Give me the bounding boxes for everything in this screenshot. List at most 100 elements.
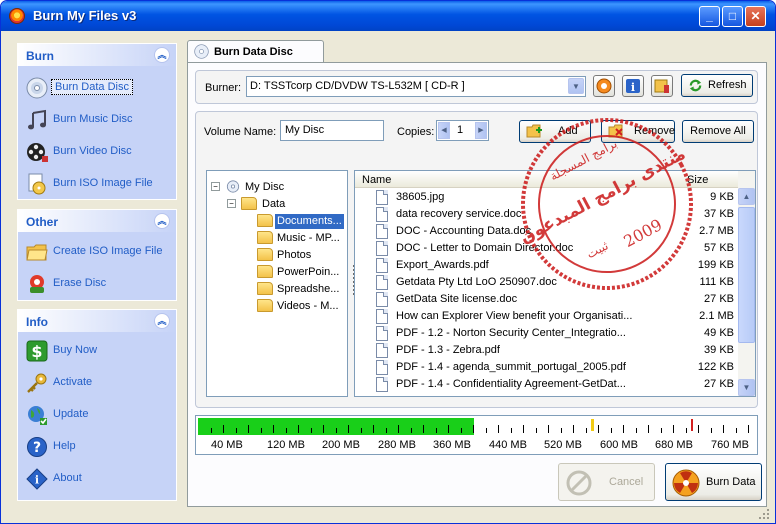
title-bar[interactable]: Burn My Files v3 _ □ ✕ <box>1 1 775 31</box>
refresh-label: Refresh <box>708 79 747 91</box>
burn-data-button[interactable]: Burn Data <box>665 463 762 501</box>
collapse-tree-icon[interactable]: − <box>227 199 236 208</box>
sidebar-item-help[interactable]: ? Help <box>26 434 172 460</box>
collapse-icon[interactable]: ︽ <box>154 47 170 63</box>
list-item[interactable]: DOC - Accounting Data.doc 2.7 MB <box>355 223 739 240</box>
refresh-button[interactable]: Refresh <box>681 74 753 97</box>
sidebar-item-label: Burn Music Disc <box>53 113 133 125</box>
capacity-tick <box>286 428 287 433</box>
file-size: 111 KB <box>699 276 734 288</box>
svg-text:$: $ <box>31 342 42 361</box>
sidebar-item-burn-iso-image-file[interactable]: Burn ISO Image File <box>26 171 172 197</box>
list-header: Name Size <box>355 171 739 188</box>
burn-panel-header[interactable]: Burn ︽ <box>18 44 176 66</box>
maximize-button[interactable]: □ <box>722 6 743 27</box>
resize-grip-icon[interactable] <box>758 508 770 520</box>
capacity-tick <box>561 428 562 433</box>
list-item[interactable]: PDF - 1.4 - agenda_summit_portugal_2005.… <box>355 359 739 376</box>
capacity-tick <box>623 425 624 433</box>
scroll-down-button[interactable]: ▼ <box>738 379 755 396</box>
sidebar-item-burn-data-disc[interactable]: Burn Data Disc <box>26 75 172 101</box>
sidebar-item-buy-now[interactable]: $ Buy Now <box>26 338 172 364</box>
column-header-name[interactable]: Name <box>362 174 391 186</box>
capacity-tick <box>711 428 712 433</box>
copies-value: 1 <box>457 124 464 136</box>
erase-disc-icon <box>30 275 44 293</box>
sidebar-item-activate[interactable]: Activate <box>26 370 172 396</box>
file-size: 49 KB <box>704 327 734 339</box>
list-item[interactable]: data recovery service.doc 37 KB <box>355 206 739 223</box>
tree-label: Documents... <box>275 214 344 229</box>
files-group: Volume Name: My Disc Copies: ◀ 1 ▶ Add R… <box>195 111 758 408</box>
scroll-thumb[interactable] <box>738 207 755 343</box>
file-size: 2.7 MB <box>699 225 734 237</box>
sidebar-item-erase-disc[interactable]: Erase Disc <box>26 271 172 297</box>
volume-name-label: Volume Name: <box>204 126 277 138</box>
add-button[interactable]: Add <box>519 120 591 143</box>
sidebar-item-create-iso[interactable]: Create ISO Image File <box>26 239 172 265</box>
disc-icon <box>194 44 209 59</box>
drive-properties-button[interactable] <box>651 75 673 97</box>
decrement-button[interactable]: ◀ <box>438 122 450 139</box>
list-item[interactable]: DOC - Letter to Domain Director.doc 57 KB <box>355 240 739 257</box>
increment-button[interactable]: ▶ <box>475 122 487 139</box>
list-item[interactable]: Getdata Pty Ltd LoO 250907.doc 111 KB <box>355 274 739 291</box>
collapse-icon[interactable]: ︽ <box>154 213 170 229</box>
capacity-label: 440 MB <box>489 439 527 451</box>
capacity-tick <box>373 425 374 433</box>
file-icon <box>376 190 388 205</box>
info-panel-header[interactable]: Info ︽ <box>18 310 176 332</box>
remove-label: Remove <box>634 125 675 137</box>
sidebar-item-burn-music-disc[interactable]: Burn Music Disc <box>26 107 172 133</box>
sidebar-item-about[interactable]: i About <box>26 466 172 492</box>
folder-icon <box>26 244 48 261</box>
folder-tree[interactable]: − My Disc − Data Documents... Music - MP… <box>206 170 348 397</box>
folder-icon <box>241 197 257 210</box>
list-item[interactable]: GetData Site license.doc 27 KB <box>355 291 739 308</box>
collapse-tree-icon[interactable]: − <box>211 182 220 191</box>
minimize-button[interactable]: _ <box>699 6 720 27</box>
collapse-icon[interactable]: ︽ <box>154 313 170 329</box>
folder-icon <box>257 265 273 278</box>
list-item[interactable]: PDF - 1.2 - Norton Security Center_Integ… <box>355 325 739 342</box>
file-size: 199 KB <box>697 259 734 271</box>
file-name: 38605.jpg <box>396 191 445 203</box>
sidebar-item-update[interactable]: Update <box>26 402 172 428</box>
app-window: Burn My Files v3 _ □ ✕ Burn ︽ Burn Data … <box>0 0 776 524</box>
sidebar-item-label: Erase Disc <box>53 277 107 289</box>
cancel-label: Cancel <box>609 476 644 488</box>
tree-label: Spreadshe... <box>277 283 340 295</box>
remove-all-button[interactable]: Remove All <box>682 120 754 143</box>
list-item[interactable]: How can Explorer View benefit your Organ… <box>355 308 739 325</box>
info-panel-title: Info <box>26 315 48 329</box>
folder-icon <box>257 299 273 312</box>
scroll-up-button[interactable]: ▲ <box>738 188 755 205</box>
capacity-tick <box>661 428 662 433</box>
list-item[interactable]: 38605.jpg 9 KB <box>355 189 739 206</box>
info-icon: i <box>626 79 640 94</box>
drive-info-button[interactable]: i <box>622 75 644 97</box>
volume-name-input[interactable]: My Disc <box>280 120 384 141</box>
cancel-button[interactable]: Cancel <box>558 463 655 501</box>
eject-button[interactable] <box>593 75 615 97</box>
tab-burn-data-disc[interactable]: Burn Data Disc <box>187 40 324 63</box>
vertical-scrollbar[interactable]: ▲ ▼ <box>738 171 755 396</box>
file-list[interactable]: Name Size 38605.jpg 9 KB data recovery ser… <box>354 170 756 397</box>
tree-label: PowerPoin... <box>277 266 340 278</box>
burn-panel: Burn ︽ Burn Data Disc Burn Music Disc Bu… <box>17 43 177 200</box>
chevron-down-icon[interactable]: ▼ <box>568 78 584 94</box>
copies-stepper[interactable]: ◀ 1 ▶ <box>436 120 489 141</box>
close-button[interactable]: ✕ <box>745 6 766 27</box>
column-header-size[interactable]: Size <box>687 174 708 186</box>
list-item[interactable]: PDF - 1.4 - Confidentiality Agreement-Ge… <box>355 376 739 393</box>
sidebar-item-burn-video-disc[interactable]: Burn Video Disc <box>26 139 172 165</box>
list-item[interactable]: PDF - 1.3 - Zebra.pdf 39 KB <box>355 342 739 359</box>
capacity-tick <box>448 425 449 433</box>
tree-label: Data <box>262 198 286 210</box>
capacity-tick <box>398 425 399 433</box>
remove-button[interactable]: Remove <box>601 120 675 143</box>
other-panel-header[interactable]: Other ︽ <box>18 210 176 232</box>
capacity-label: 760 MB <box>711 439 749 451</box>
list-item[interactable]: Export_Awards.pdf 199 KB <box>355 257 739 274</box>
burner-select[interactable]: D: TSSTcorp CD/DVDW TS-L532M [ CD-R ] ▼ <box>246 76 586 97</box>
